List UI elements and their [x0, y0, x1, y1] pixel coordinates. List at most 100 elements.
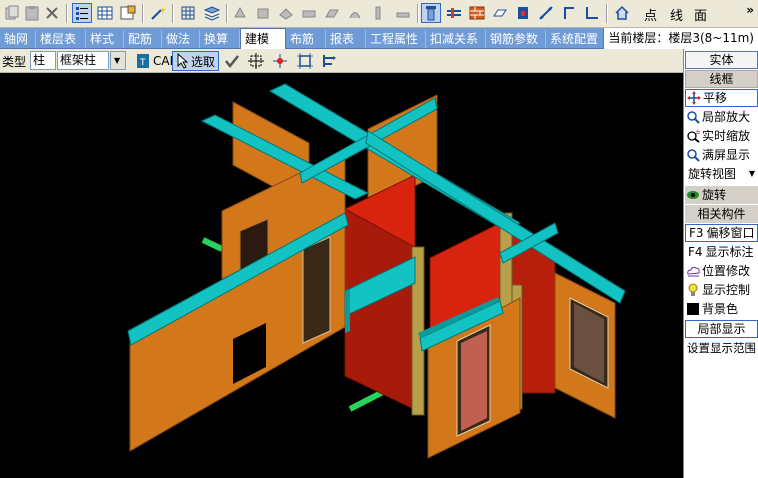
solid-view-label: 实体: [709, 53, 734, 67]
tool-g-icon[interactable]: [368, 3, 388, 23]
solid-view-button[interactable]: 实体: [685, 51, 758, 69]
tab-conversion[interactable]: 换算: [200, 30, 240, 48]
show-label-button[interactable]: F4 显示标注: [685, 243, 758, 261]
hook-icon[interactable]: [559, 3, 579, 23]
tab-system-config[interactable]: 系统配置: [546, 30, 606, 48]
tab-reports[interactable]: 报表: [326, 30, 366, 48]
pan-icon: [686, 90, 702, 106]
grid-icon[interactable]: [178, 3, 198, 23]
point-mode-label[interactable]: 点: [644, 5, 657, 24]
chevron-down-icon: ▼: [114, 56, 121, 65]
subtype-dropdown-button[interactable]: ▼: [110, 51, 126, 70]
zoom-extents-icon: [685, 147, 701, 163]
beam-icon[interactable]: [444, 3, 464, 23]
tool-b-icon[interactable]: [253, 3, 273, 23]
local-display-button[interactable]: 局部显示: [685, 320, 758, 338]
offset-window-button[interactable]: F3 偏移窗口: [685, 224, 758, 242]
rebar-stub: [201, 237, 224, 252]
tool-d-icon[interactable]: [299, 3, 319, 23]
tab-modeling[interactable]: 建模: [240, 28, 286, 49]
zoom-local-button[interactable]: 局部放大: [685, 108, 758, 126]
tab-style[interactable]: 样式: [86, 30, 124, 48]
type-select-value: 柱: [33, 53, 46, 67]
related-components-label: 相关构件: [697, 207, 746, 221]
slab-icon[interactable]: [490, 3, 510, 23]
pan-button[interactable]: 平移: [685, 89, 758, 107]
related-components-header: 相关构件: [685, 205, 758, 223]
3d-model-viewport[interactable]: [0, 73, 683, 478]
zoom-extents-button[interactable]: 满屏显示: [685, 146, 758, 164]
brick-wall-icon[interactable]: [467, 3, 487, 23]
subtype-select[interactable]: 框架柱: [57, 51, 109, 70]
align-icon[interactable]: [320, 51, 340, 71]
rotate-view-label: 旋转视图: [688, 167, 737, 181]
zoom-extents-label: 满屏显示: [702, 148, 751, 162]
copy-icon[interactable]: [2, 3, 22, 23]
rebar-line-icon[interactable]: [536, 3, 556, 23]
cad-file-icon: T: [137, 54, 149, 68]
door-opening: [302, 236, 331, 344]
f3-key-label: F3: [689, 226, 704, 240]
type-select[interactable]: 柱: [30, 51, 56, 70]
crosshair-box-icon[interactable]: [246, 51, 266, 71]
opening-icon[interactable]: [513, 3, 533, 23]
table-icon[interactable]: [95, 3, 115, 23]
zoom-realtime-button[interactable]: ± 实时缩放: [685, 127, 758, 145]
properties-icon[interactable]: [118, 3, 138, 23]
layer-icon[interactable]: [202, 3, 222, 23]
delete-icon[interactable]: [42, 3, 62, 23]
tool-h-icon[interactable]: [393, 3, 413, 23]
tool-e-icon[interactable]: [322, 3, 342, 23]
tool-c-icon[interactable]: [276, 3, 296, 23]
set-display-range-button[interactable]: 设置显示范围: [684, 339, 758, 357]
magic-wand-icon[interactable]: [148, 3, 168, 23]
background-color-label: 背景色: [702, 302, 739, 316]
tab-deduction-relations[interactable]: 扣减关系: [426, 30, 486, 48]
toolbar-overflow-button[interactable]: »: [746, 3, 754, 17]
tab-rebar-layout[interactable]: 布筋: [286, 30, 326, 48]
module-tab-bar: 轴网 楼层表 样式 配筋 做法 换算 建模 布筋 报表 工程属性 扣减关系 钢筋…: [0, 28, 758, 49]
face-mode-label[interactable]: 面: [694, 5, 707, 24]
tab-axis-grid[interactable]: 轴网: [0, 30, 36, 48]
rotate-eye-icon: [685, 187, 701, 203]
zoom-local-label: 局部放大: [702, 110, 751, 124]
building-3d-model: [127, 83, 626, 459]
select-tool-button[interactable]: 选取: [172, 51, 220, 71]
tab-project-properties[interactable]: 工程属性: [366, 30, 426, 48]
tab-rebar-parameters[interactable]: 钢筋参数: [486, 30, 546, 48]
tab-method[interactable]: 做法: [162, 30, 200, 48]
background-color-button[interactable]: 背景色: [685, 300, 758, 318]
wireframe-view-button[interactable]: 线框: [685, 70, 758, 88]
black-swatch-icon: [685, 301, 701, 317]
select-tool-label: 选取: [191, 54, 216, 69]
tool-f-icon[interactable]: [345, 3, 365, 23]
lightbulb-icon: [685, 282, 701, 298]
paste-icon[interactable]: [22, 3, 42, 23]
checkmark-icon[interactable]: [222, 51, 242, 71]
home-icon[interactable]: [612, 3, 632, 23]
corner-icon[interactable]: [582, 3, 602, 23]
svg-text:±: ±: [695, 129, 700, 136]
box-select-icon[interactable]: [295, 51, 315, 71]
chevron-down-icon: ▼: [748, 169, 755, 178]
display-control-button[interactable]: 显示控制: [685, 281, 758, 299]
svg-text:T: T: [139, 58, 146, 68]
tab-reinforcement[interactable]: 配筋: [124, 30, 162, 48]
rotate-view-dropdown[interactable]: 旋转视图 ▼: [685, 165, 758, 183]
set-display-range-label: 设置显示范围: [687, 341, 756, 355]
line-mode-label[interactable]: 线: [670, 5, 683, 24]
beam-cyan-side: [345, 289, 350, 333]
list-icon[interactable]: [72, 3, 92, 23]
column-icon[interactable]: [421, 3, 441, 23]
rotate-button[interactable]: 旋转: [685, 186, 758, 204]
rotate-label: 旋转: [702, 188, 727, 202]
view-control-panel: 实体 线框 平移 局部放大 ± 实时缩放 满屏显示 旋转视图 ▼ 旋转 相关构件…: [683, 49, 758, 478]
main-toolbar: 点 线 面 »: [0, 0, 758, 28]
position-edit-label: 位置修改: [702, 264, 751, 278]
tool-a-icon[interactable]: [230, 3, 250, 23]
position-edit-button[interactable]: 位置修改: [685, 262, 758, 280]
tab-floor-table[interactable]: 楼层表: [36, 30, 86, 48]
zoom-realtime-label: 实时缩放: [702, 129, 751, 143]
snap-point-icon[interactable]: [270, 51, 290, 71]
local-display-label: 局部显示: [697, 322, 746, 336]
